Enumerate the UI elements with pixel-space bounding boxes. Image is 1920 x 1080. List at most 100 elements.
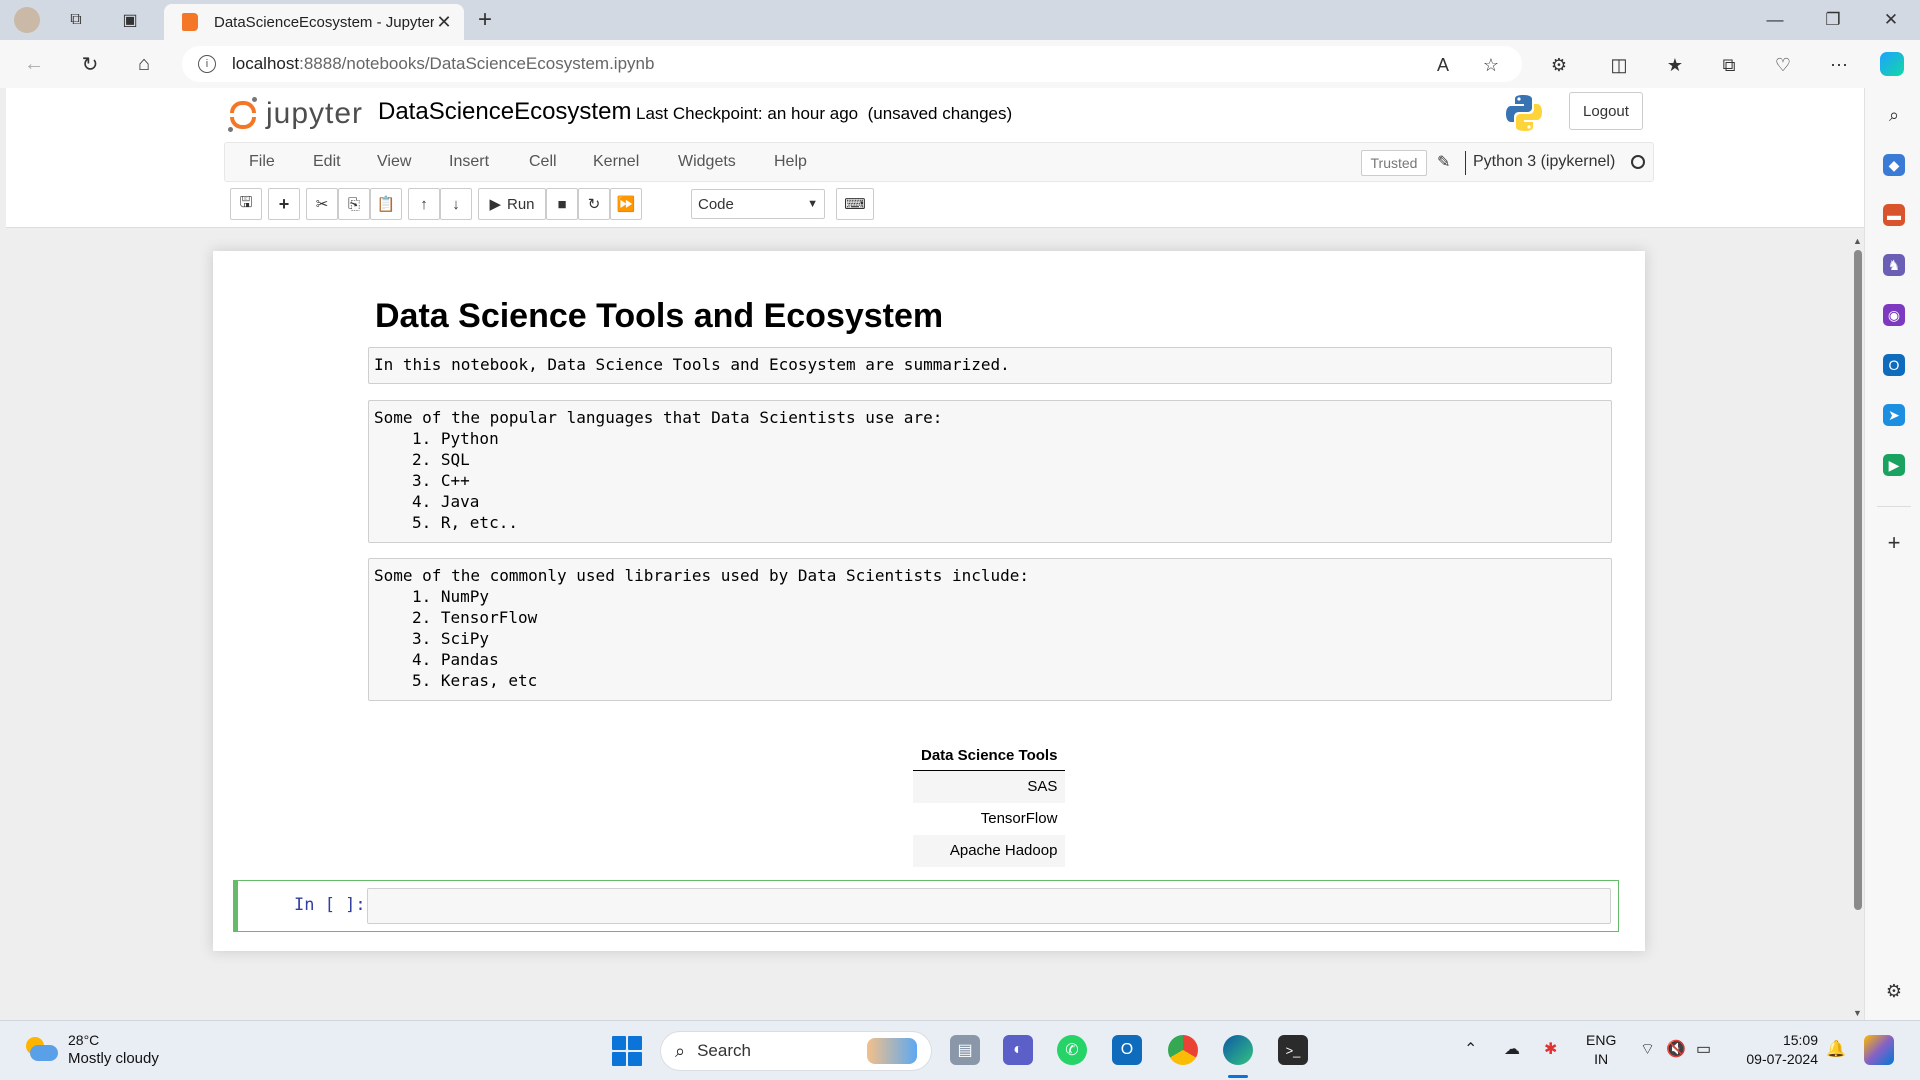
command-palette-keyboard-icon[interactable]: ⌨ bbox=[836, 188, 874, 220]
menu-file[interactable]: File bbox=[249, 153, 275, 171]
cell-type-select[interactable]: Code ▼ bbox=[691, 189, 825, 219]
profile-avatar-icon[interactable] bbox=[14, 7, 40, 33]
terminal-icon[interactable]: >_ bbox=[1278, 1035, 1308, 1065]
restart-run-all-icon[interactable]: ⏩ bbox=[610, 188, 642, 220]
notifications-bell-icon[interactable]: 🔔 bbox=[1826, 1039, 1846, 1059]
list-item: 4. Pandas bbox=[412, 650, 499, 669]
tab-actions-icon[interactable]: ▣ bbox=[118, 8, 142, 32]
back-icon[interactable]: ← bbox=[20, 50, 48, 78]
menubar: File Edit View Insert Cell Kernel Widget… bbox=[224, 142, 1654, 182]
refresh-icon[interactable]: ↻ bbox=[76, 50, 104, 78]
list-item: 2. SQL bbox=[412, 450, 470, 469]
weather-widget[interactable]: 28°C Mostly cloudy bbox=[22, 1031, 159, 1068]
split-screen-icon[interactable]: ◫ bbox=[1606, 52, 1632, 78]
minimize-icon[interactable]: — bbox=[1752, 6, 1798, 34]
url-host: localhost bbox=[232, 54, 300, 73]
extensions-icon[interactable]: ⚙ bbox=[1546, 52, 1572, 78]
favorites-icon[interactable]: ★ bbox=[1662, 52, 1688, 78]
teams-meet-icon[interactable]: ◐ bbox=[1003, 1035, 1033, 1065]
edge-browser-icon[interactable] bbox=[1223, 1035, 1253, 1065]
onedrive-icon[interactable]: ☁ bbox=[1504, 1039, 1520, 1059]
start-windows-icon[interactable] bbox=[612, 1036, 642, 1066]
sidebar-settings-icon[interactable]: ⚙ bbox=[1883, 980, 1905, 1002]
edge-sidebar: ⌕ ◆ ▬ ♞ ◉ O ➤ ▶ + ⚙ bbox=[1864, 88, 1920, 1020]
menu-help[interactable]: Help bbox=[774, 153, 807, 171]
page-scrollbar[interactable]: ▲ ▼ bbox=[1852, 236, 1864, 1020]
logout-button[interactable]: Logout bbox=[1569, 92, 1643, 130]
insert-cell-below-icon[interactable]: + bbox=[268, 188, 300, 220]
app-tray-icon[interactable]: ✱ bbox=[1544, 1039, 1557, 1059]
code-cell-selected[interactable]: In [ ]: bbox=[233, 880, 1619, 932]
table-cell: TensorFlow bbox=[980, 810, 1058, 827]
menu-cell[interactable]: Cell bbox=[529, 153, 557, 171]
restart-kernel-icon[interactable]: ↻ bbox=[578, 188, 610, 220]
collections-icon[interactable]: ⧉ bbox=[1716, 52, 1742, 78]
whatsapp-icon[interactable]: ✆ bbox=[1057, 1035, 1087, 1065]
copy-cells-icon[interactable]: ⎘ bbox=[338, 188, 370, 220]
scroll-up-icon[interactable]: ▲ bbox=[1853, 236, 1862, 246]
paste-cells-icon[interactable]: 📋 bbox=[370, 188, 402, 220]
file-explorer-icon[interactable]: ▤ bbox=[950, 1035, 980, 1065]
list-item: 5. Keras, etc bbox=[412, 671, 538, 690]
favorite-star-icon[interactable]: ☆ bbox=[1478, 52, 1504, 78]
sidebar-add-icon[interactable]: + bbox=[1883, 530, 1905, 555]
raw-cell-languages[interactable]: Some of the popular languages that Data … bbox=[368, 400, 1612, 543]
sidebar-microsoft365-icon[interactable]: ◉ bbox=[1883, 304, 1905, 326]
sidebar-send-icon[interactable]: ➤ bbox=[1883, 404, 1905, 426]
chrome-icon[interactable] bbox=[1168, 1035, 1198, 1065]
menu-edit[interactable]: Edit bbox=[313, 153, 341, 171]
kernel-name[interactable]: Python 3 (ipykernel) bbox=[1473, 153, 1615, 171]
sidebar-shopping-icon[interactable]: ◆ bbox=[1883, 154, 1905, 176]
workspaces-icon[interactable]: ⧉ bbox=[64, 8, 88, 32]
interrupt-kernel-icon[interactable]: ■ bbox=[546, 188, 578, 220]
raw-cell-libraries[interactable]: Some of the commonly used libraries used… bbox=[368, 558, 1612, 701]
sidebar-divider bbox=[1877, 506, 1911, 507]
taskbar-search[interactable]: ⌕ Search bbox=[660, 1031, 932, 1071]
close-tab-icon[interactable]: ✕ bbox=[434, 12, 454, 33]
language-indicator[interactable]: ENG IN bbox=[1586, 1031, 1616, 1069]
scroll-down-icon[interactable]: ▼ bbox=[1853, 1008, 1862, 1018]
sidebar-outlook-icon[interactable]: O bbox=[1883, 354, 1905, 376]
site-info-icon[interactable]: i bbox=[198, 55, 216, 73]
run-label: Run bbox=[507, 195, 535, 213]
browser-tab-active[interactable]: DataScienceEcosystem - Jupyter ✕ bbox=[164, 4, 464, 40]
new-tab-icon[interactable]: + bbox=[478, 6, 492, 34]
notebook-name[interactable]: DataScienceEcosystem bbox=[378, 98, 631, 126]
restore-icon[interactable]: ❐ bbox=[1810, 6, 1856, 34]
jupyter-logo[interactable]: jupyter bbox=[228, 94, 363, 134]
show-hidden-icons-icon[interactable]: ⌃ bbox=[1464, 1039, 1477, 1059]
more-menu-icon[interactable]: ⋯ bbox=[1826, 52, 1852, 78]
code-input-area[interactable] bbox=[367, 888, 1611, 924]
performance-icon[interactable]: ♡ bbox=[1770, 52, 1796, 78]
table-cell: Apache Hadoop bbox=[913, 834, 1066, 867]
outlook-new-icon[interactable]: O bbox=[1112, 1035, 1142, 1065]
system-clock[interactable]: 15:09 09-07-2024 bbox=[1738, 1031, 1818, 1069]
table-header: Data Science Tools bbox=[913, 741, 1066, 771]
home-icon[interactable]: ⌂ bbox=[130, 50, 158, 78]
volume-muted-icon[interactable]: 🔇 bbox=[1666, 1039, 1686, 1059]
menu-kernel[interactable]: Kernel bbox=[593, 153, 639, 171]
save-icon[interactable]: 🖫 bbox=[230, 188, 262, 220]
sidebar-tools-icon[interactable]: ▬ bbox=[1883, 204, 1905, 226]
battery-icon[interactable]: ▭ bbox=[1696, 1039, 1711, 1059]
run-button[interactable]: ▶ Run bbox=[478, 188, 546, 220]
menu-view[interactable]: View bbox=[377, 153, 411, 171]
trusted-badge[interactable]: Trusted bbox=[1361, 150, 1427, 176]
menu-widgets[interactable]: Widgets bbox=[678, 153, 736, 171]
url-field[interactable]: i localhost:8888/notebooks/DataScienceEc… bbox=[182, 46, 1522, 82]
sidebar-meet-icon[interactable]: ▶ bbox=[1883, 454, 1905, 476]
copilot-taskbar-icon[interactable] bbox=[1864, 1035, 1894, 1065]
move-up-icon[interactable]: ↑ bbox=[408, 188, 440, 220]
copilot-icon[interactable] bbox=[1880, 52, 1904, 76]
read-aloud-icon[interactable]: A bbox=[1430, 52, 1456, 78]
move-down-icon[interactable]: ↓ bbox=[440, 188, 472, 220]
menu-insert[interactable]: Insert bbox=[449, 153, 489, 171]
scrollbar-thumb[interactable] bbox=[1854, 250, 1862, 910]
close-window-icon[interactable]: ✕ bbox=[1868, 6, 1914, 34]
cut-cells-icon[interactable]: ✂ bbox=[306, 188, 338, 220]
notebook-title-heading[interactable]: Data Science Tools and Ecosystem bbox=[375, 297, 943, 336]
raw-cell-intro[interactable]: In this notebook, Data Science Tools and… bbox=[368, 347, 1612, 384]
sidebar-search-icon[interactable]: ⌕ bbox=[1883, 104, 1905, 126]
sidebar-games-icon[interactable]: ♞ bbox=[1883, 254, 1905, 276]
wifi-icon[interactable]: ⌔ bbox=[1640, 1039, 1655, 1059]
